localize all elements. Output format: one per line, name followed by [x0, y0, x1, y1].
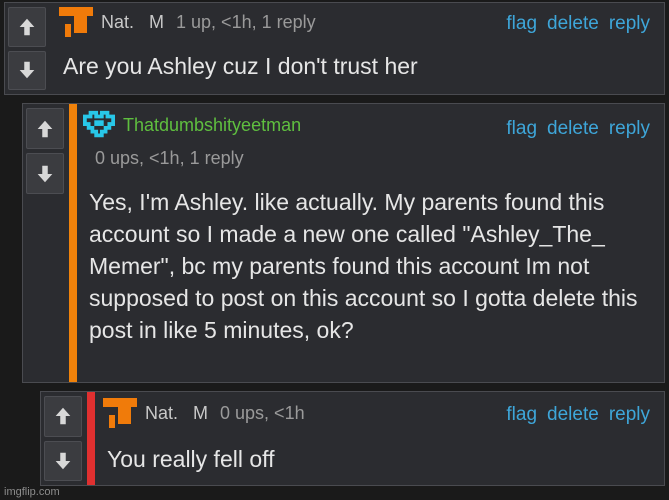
comment-text: You really fell off — [107, 446, 275, 472]
comment-3: Nat. M 0 ups, <1h flag delete reply You … — [40, 391, 665, 486]
comment-username[interactable]: Nat. M — [101, 12, 164, 33]
upvote-button[interactable] — [44, 396, 82, 437]
upvote-button[interactable] — [26, 108, 64, 149]
reply-link[interactable]: reply — [609, 13, 650, 35]
vote-column — [5, 3, 49, 94]
thread-stripe — [69, 104, 77, 382]
upvote-button[interactable] — [8, 7, 46, 47]
arrow-down-icon — [37, 165, 53, 182]
watermark: imgflip.com — [4, 486, 60, 498]
comment-meta: 0 ups, <1h — [220, 402, 305, 423]
comment-1: Nat. M 1 up, <1h, 1 reply flag delete re… — [4, 2, 665, 95]
delete-link[interactable]: delete — [547, 404, 599, 426]
user-avatar[interactable] — [59, 7, 93, 37]
delete-link[interactable]: delete — [547, 118, 599, 140]
downvote-button[interactable] — [26, 153, 64, 194]
flag-link[interactable]: flag — [506, 404, 537, 426]
arrow-up-icon — [55, 408, 71, 425]
vote-column — [23, 104, 67, 198]
heart-avatar-icon[interactable] — [83, 110, 115, 140]
flag-link[interactable]: flag — [506, 118, 537, 140]
arrow-down-icon — [19, 62, 35, 79]
delete-link[interactable]: delete — [547, 13, 599, 35]
comment-meta: 1 up, <1h, 1 reply — [176, 11, 316, 32]
comment-2: Thatdumbshityeetman 0 ups, <1h, 1 reply … — [22, 103, 665, 383]
thread-stripe — [87, 392, 95, 485]
reply-link[interactable]: reply — [609, 118, 650, 140]
downvote-button[interactable] — [8, 50, 46, 90]
user-avatar[interactable] — [103, 398, 137, 428]
downvote-button[interactable] — [44, 440, 82, 481]
comment-username[interactable]: Thatdumbshityeetman — [123, 115, 301, 136]
vote-column — [41, 392, 85, 485]
flag-link[interactable]: flag — [506, 13, 537, 35]
comment-text: Are you Ashley cuz I don't trust her — [63, 53, 418, 79]
comment-username[interactable]: Nat. M — [145, 403, 208, 424]
arrow-down-icon — [55, 452, 71, 469]
arrow-up-icon — [19, 18, 35, 35]
comment-meta: 0 ups, <1h, 1 reply — [95, 148, 244, 168]
comment-text: Yes, I'm Ashley. like actually. My paren… — [89, 189, 638, 343]
arrow-up-icon — [37, 120, 53, 137]
reply-link[interactable]: reply — [609, 404, 650, 426]
